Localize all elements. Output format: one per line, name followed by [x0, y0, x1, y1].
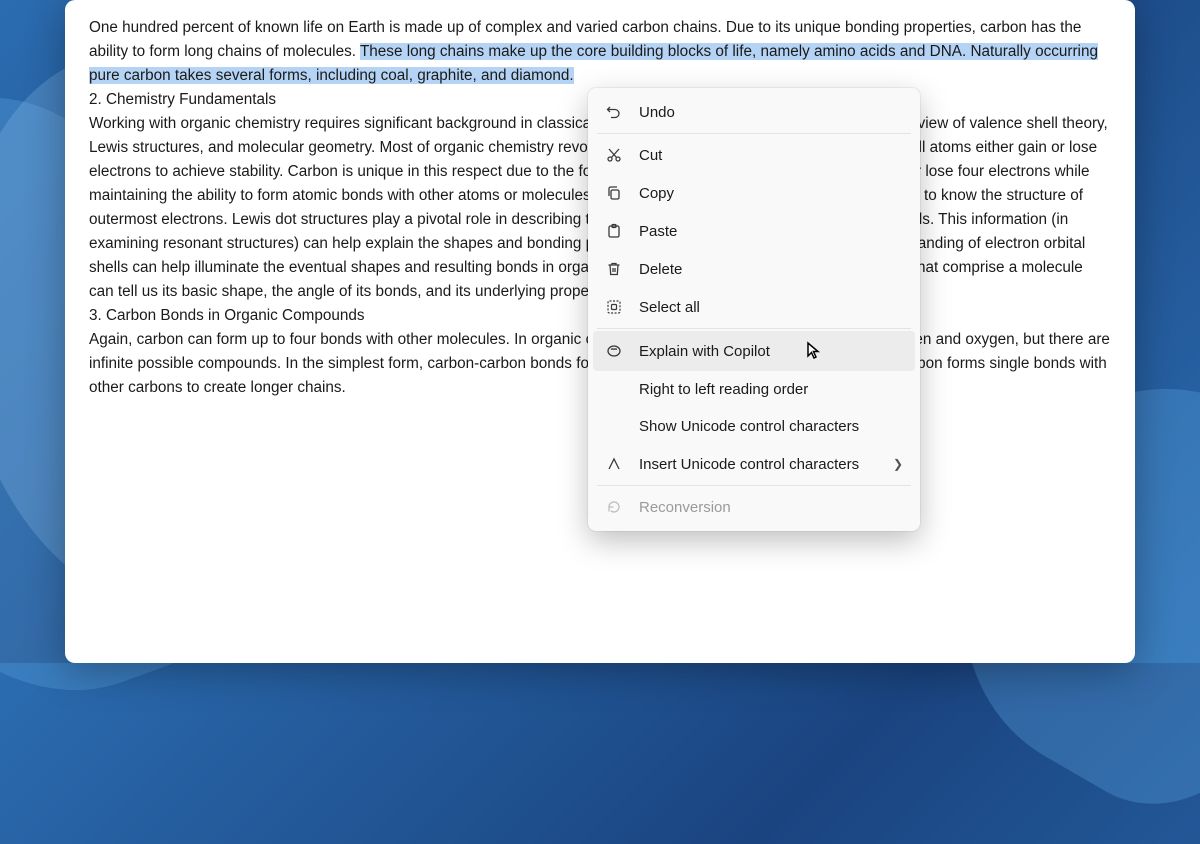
menu-label: Show Unicode control characters: [639, 418, 859, 435]
menu-reconversion: Reconversion: [593, 488, 915, 526]
copy-icon: [605, 184, 623, 202]
cursor-icon: [806, 341, 822, 361]
menu-label: Copy: [639, 185, 674, 202]
menu-separator: [597, 133, 911, 134]
menu-label: Explain with Copilot: [639, 343, 770, 360]
menu-label: Cut: [639, 147, 662, 164]
delete-icon: [605, 260, 623, 278]
select-all-icon: [605, 298, 623, 316]
menu-separator: [597, 328, 911, 329]
menu-explain-copilot[interactable]: Explain with Copilot: [593, 331, 915, 371]
menu-rtl[interactable]: Right to left reading order: [593, 371, 915, 408]
menu-separator: [597, 485, 911, 486]
menu-paste[interactable]: Paste: [593, 212, 915, 250]
menu-copy[interactable]: Copy: [593, 174, 915, 212]
menu-select-all[interactable]: Select all: [593, 288, 915, 326]
menu-label: Undo: [639, 104, 675, 121]
copilot-icon: [605, 342, 623, 360]
menu-label: Insert Unicode control characters: [639, 456, 859, 473]
context-menu: Undo Cut Copy Paste Delete Select all: [588, 88, 920, 531]
insert-unicode-icon: [605, 455, 623, 473]
menu-label: Paste: [639, 223, 677, 240]
cut-icon: [605, 146, 623, 164]
reconversion-icon: [605, 498, 623, 516]
paragraph-1[interactable]: One hundred percent of known life on Ear…: [89, 16, 1111, 88]
undo-icon: [605, 103, 623, 121]
menu-label: Reconversion: [639, 499, 731, 516]
chevron-right-icon: ❯: [893, 457, 903, 471]
menu-label: Delete: [639, 261, 682, 278]
menu-label: Right to left reading order: [639, 381, 808, 398]
menu-label: Select all: [639, 299, 700, 316]
menu-cut[interactable]: Cut: [593, 136, 915, 174]
paste-icon: [605, 222, 623, 240]
menu-delete[interactable]: Delete: [593, 250, 915, 288]
menu-insert-unicode[interactable]: Insert Unicode control characters ❯: [593, 445, 915, 483]
menu-show-unicode[interactable]: Show Unicode control characters: [593, 408, 915, 445]
menu-undo[interactable]: Undo: [593, 93, 915, 131]
